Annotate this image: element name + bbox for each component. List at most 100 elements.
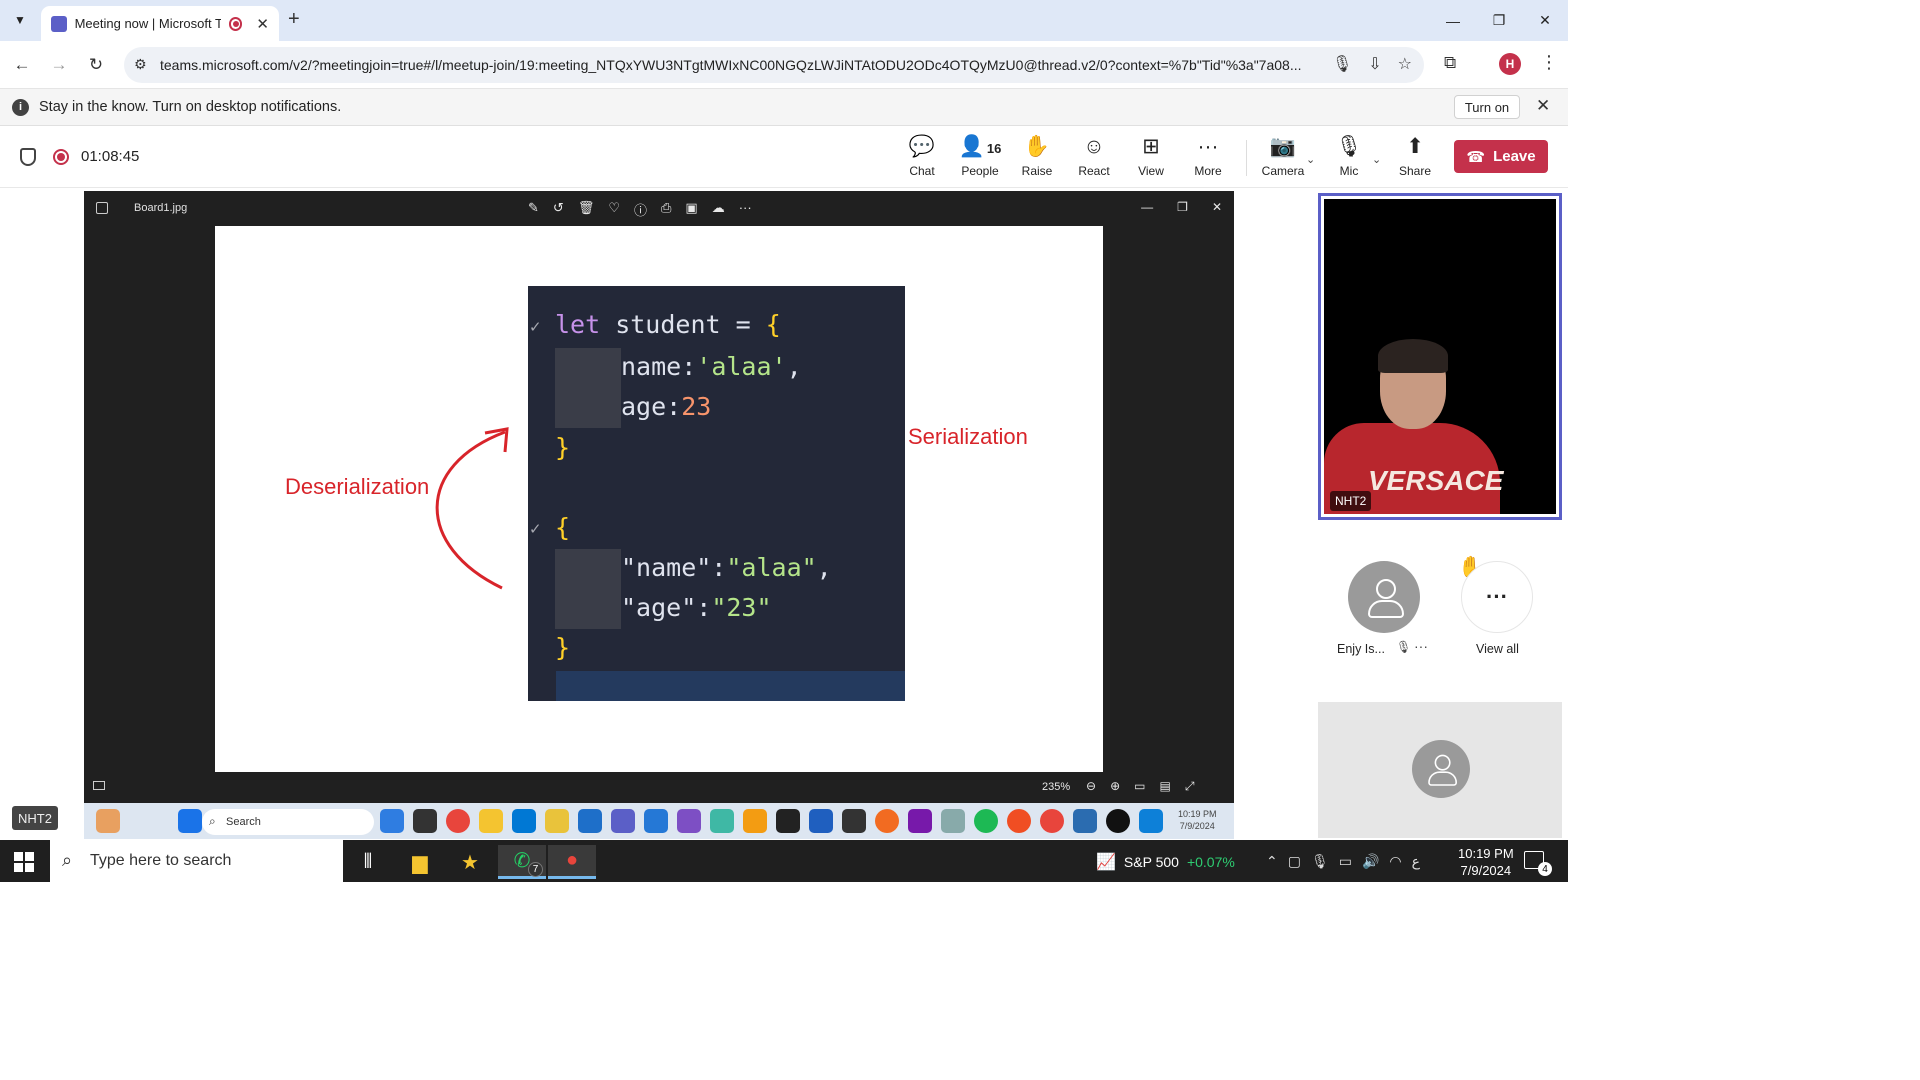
info-icon: i [12,98,29,116]
tab-close-icon[interactable]: ✕ [256,15,269,33]
fold-chevron-icon: ✓ [529,521,542,538]
fit-icon: ▭ [1134,779,1146,793]
profile-avatar[interactable]: H [1499,53,1521,75]
camera-button[interactable]: 📷 Camera [1255,134,1311,182]
share-label: Share [1398,164,1432,178]
new-tab-icon[interactable]: + [288,8,300,31]
code-keyword: let [555,310,601,339]
share-button[interactable]: ⬆ Share [1387,134,1443,182]
browser-tab-teams[interactable]: Meeting now | Microsoft Teams ✕ [41,6,279,41]
meet-now-icon[interactable]: ▢ [1288,853,1301,870]
mic-button[interactable]: 🎙 Mic [1321,134,1377,182]
chat-button[interactable]: 💬 Chat [894,134,950,182]
whiteboard-image: Deserialization Serialization ✓ ✓ let st… [215,226,1103,772]
clipchamp-icon: ▣ [685,200,698,215]
smiley-icon: ☺ [1083,135,1105,158]
turn-on-button[interactable]: Turn on [1454,95,1520,119]
more-label: More [1194,164,1222,178]
shared-search-box: ⌕ Search [202,809,374,835]
people-label: People [961,164,999,178]
share-screen-icon: ⬆ [1406,135,1424,158]
app-icon [743,809,767,833]
raise-hand-button[interactable]: ✋ Raise [1009,134,1065,182]
minimize-icon[interactable]: — [1430,0,1476,41]
more-dots-icon: ··· [1197,135,1219,158]
taskbar-search-placeholder: Type here to search [90,852,232,869]
restore-icon[interactable]: ❐ [1476,0,1522,41]
task-view-icon[interactable]: ⫴ [344,845,392,879]
recording-indicator-icon [228,16,243,31]
tab-search-chevron-icon[interactable]: ▼ [8,8,32,32]
search-icon: ⌕ [209,814,216,828]
notification-bar: i Stay in the know. Turn on desktop noti… [0,89,1568,126]
code-line: } [555,433,570,462]
code-line: "name":"alaa", [621,553,832,582]
rotate-icon: ↺ [552,200,564,215]
bookmark-star-icon[interactable]: ☆ [1398,54,1412,74]
site-settings-icon[interactable]: ⚙ [134,56,147,73]
window-controls: — ❐ ✕ [1430,0,1568,41]
install-app-icon[interactable]: ⇩ [1368,54,1381,74]
leave-button[interactable]: ☎ Leave [1454,140,1548,173]
camera-options-chevron-icon[interactable]: ⌄ [1306,153,1315,166]
onenote-icon [908,809,932,833]
reload-icon[interactable]: ↻ [84,53,108,77]
volume-icon[interactable]: 🔊 [1362,853,1379,870]
cloud-off-icon: ☁ [711,200,725,215]
chrome-icon[interactable]: ● [548,845,596,879]
show-hidden-icons-icon[interactable]: ⌃ [1266,853,1278,870]
camera-label: Camera [1261,164,1305,178]
back-icon[interactable]: ← [10,53,34,77]
view-all-button[interactable]: ··· [1461,561,1533,633]
address-bar[interactable]: ⚙ teams.microsoft.com/v2/?meetingjoin=tr… [124,47,1424,83]
taskbar-search-box[interactable]: ⌕ Type here to search [50,840,343,882]
spotify-icon [974,809,998,833]
browser-menu-icon[interactable]: ⋮ [1540,52,1558,73]
code-footer-bar [556,671,905,701]
code-identifier: student = [600,310,766,339]
file-explorer-icon[interactable]: ▆ [396,845,444,879]
postman-icon [875,809,899,833]
participant-more-icon[interactable]: ··· [1414,638,1428,654]
forward-icon[interactable]: → [47,53,71,77]
participant-avatar [1412,740,1470,798]
code-line: } [555,633,570,662]
photo-viewer-toolbar: Board1.jpg ✎ ↺ 🗑 ♡ ⓘ ⎙ ▣ ☁ ··· — ❐ ✕ [84,191,1234,227]
react-button[interactable]: ☺ React [1066,134,1122,182]
tray-mic-icon[interactable]: 🎙 [1311,853,1329,870]
code-snippet: ✓ ✓ let student = { name:'alaa', age:23 … [528,286,905,701]
participant-avatar[interactable] [1348,561,1420,633]
deserialization-arrow [435,430,506,590]
battery-icon[interactable]: ▭ [1339,853,1352,870]
notification-close-icon[interactable]: ✕ [1536,96,1550,116]
people-count: 16 [986,141,1002,156]
start-button-icon[interactable] [14,852,34,872]
mic-options-chevron-icon[interactable]: ⌄ [1372,153,1381,166]
chat-icon: 💬 [908,135,936,158]
input-language-icon[interactable]: ع [1412,853,1420,870]
wifi-icon[interactable]: ◠ [1389,853,1401,870]
extensions-icon[interactable]: ⧉ [1444,53,1456,73]
viewer-more-icon: ··· [738,200,752,215]
mic-muted-icon: 🎙 [1396,640,1412,654]
edit-icon: ✎ [528,200,539,215]
code-brace: } [555,633,571,662]
viewer-minimize-icon: — [1141,200,1154,214]
video-feed: VERSACE NHT2 [1324,199,1556,514]
participant-video-tile[interactable]: VERSACE NHT2 [1318,193,1562,520]
copilot-icon [380,809,404,833]
close-window-icon[interactable]: ✕ [1522,0,1568,41]
star-app-icon[interactable]: ★ [446,845,494,879]
stock-widget[interactable]: 📈 S&P 500 +0.07% [1096,852,1235,872]
participant-tile-empty[interactable] [1318,702,1562,838]
code-line: name:'alaa', [621,352,802,381]
view-button[interactable]: ⊞ View [1123,134,1179,182]
people-button[interactable]: 👤 16 People [952,134,1008,182]
microphone-icon[interactable]: 🎙 [1332,54,1352,74]
weather-icon [96,809,120,833]
taskbar-clock[interactable]: 10:19 PM 7/9/2024 [1458,845,1514,879]
more-button[interactable]: ··· More [1180,134,1236,182]
view-label: View [1138,164,1164,178]
camera-off-icon: 📷 [1269,135,1297,158]
video-participant-name: NHT2 [1330,491,1372,511]
